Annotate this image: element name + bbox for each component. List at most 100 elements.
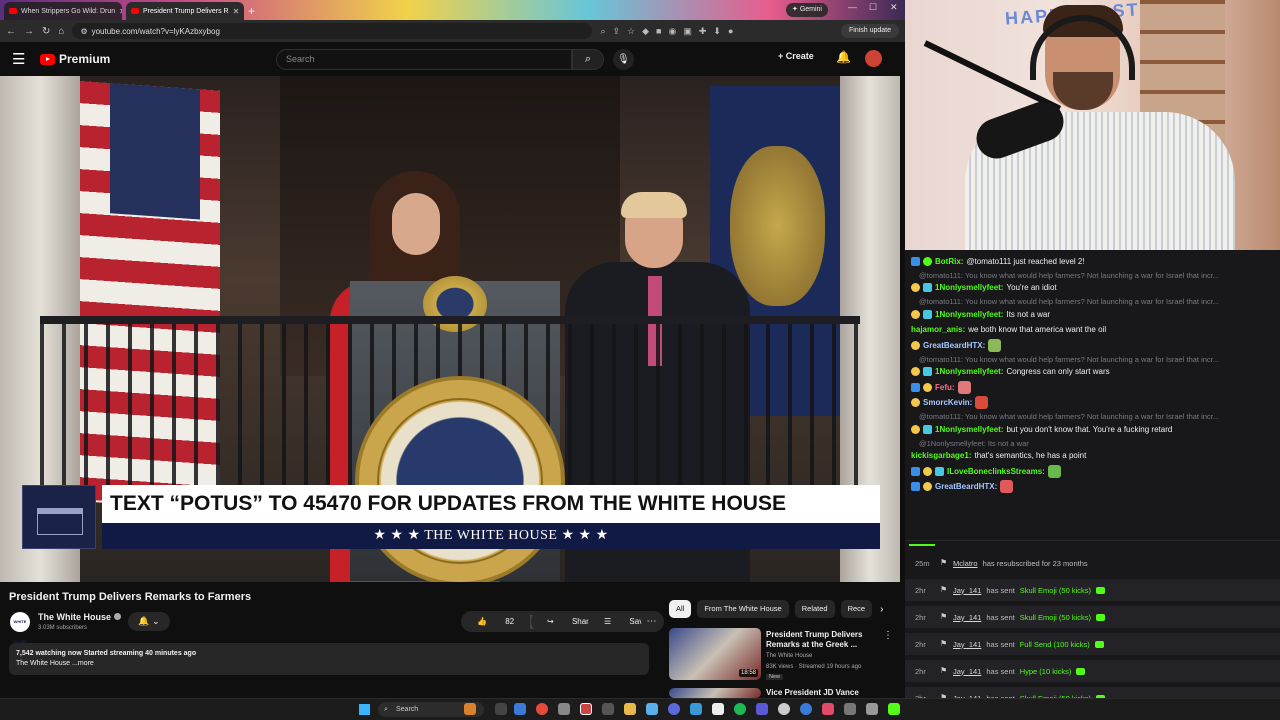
close-window-icon[interactable]: ✕ <box>890 2 898 13</box>
taskbar-app-icon[interactable] <box>866 703 878 715</box>
event-row: 2hr ⚑ Jay_141 has sent Skull Emoji (50 kicks… <box>905 579 1280 601</box>
youtube-logo[interactable]: Premium <box>40 52 110 66</box>
chat-username[interactable]: GreatBeardHTX: <box>935 481 997 492</box>
video-thumbnail[interactable]: 18:58 <box>669 628 761 680</box>
taskbar-app-icon[interactable] <box>464 703 476 715</box>
taskbar-app-icon[interactable] <box>756 703 768 715</box>
discord-icon[interactable] <box>668 703 680 715</box>
chat-username[interactable]: 1Nonlysmellyfeet: <box>935 309 1003 320</box>
event-user[interactable]: Jay_141 <box>953 667 981 676</box>
notifications-bell-icon[interactable]: 🔔 <box>836 50 851 64</box>
create-button[interactable]: + Create <box>778 51 814 61</box>
extension-icon[interactable]: ■ <box>656 26 661 37</box>
chat-username[interactable]: BotRix: <box>935 256 963 267</box>
close-tab-icon[interactable]: ✕ <box>233 7 240 16</box>
chip-from-channel[interactable]: From The White House <box>697 600 789 618</box>
menu-icon[interactable]: ☰ <box>12 50 34 68</box>
taskbar-app-icon[interactable] <box>690 703 702 715</box>
kick-icon[interactable] <box>888 703 900 715</box>
chat-username[interactable]: 1Nonlysmellyfeet: <box>935 282 1003 293</box>
taskbar-app-icon[interactable] <box>800 703 812 715</box>
extension-icon[interactable]: ◆ <box>642 26 649 37</box>
video-player[interactable]: TEXT “POTUS” TO 45470 FOR UPDATES FROM T… <box>0 76 900 582</box>
taskbar-app-icon[interactable] <box>712 703 724 715</box>
event-user[interactable]: Jay_141 <box>953 586 981 595</box>
chat-username[interactable]: Fefu: <box>935 382 955 393</box>
chat-username[interactable]: 1Nonlysmellyfeet: <box>935 366 1003 377</box>
finish-update-button[interactable]: Finish update <box>840 24 899 38</box>
video-thumbnail[interactable] <box>669 688 761 698</box>
chip-related[interactable]: Related <box>794 600 835 618</box>
tab-strippers[interactable]: When Strippers Go Wild: Drun ✕ <box>4 2 122 20</box>
puzzle-icon[interactable]: ✚ <box>699 26 707 37</box>
chat-username[interactable]: ILoveBoneclinksStreams: <box>947 466 1045 477</box>
file-explorer-icon[interactable] <box>624 703 636 715</box>
taskbar-app-icon[interactable] <box>558 703 570 715</box>
url-text: youtube.com/watch?v=lyKAzbxybog <box>91 26 220 36</box>
chat-username[interactable]: GreatBeardHTX: <box>923 340 985 351</box>
channel-name[interactable]: The White House <box>38 612 122 622</box>
video-menu-icon[interactable]: ⋮ <box>883 630 893 641</box>
search-input[interactable]: Search <box>276 49 572 70</box>
forward-icon[interactable]: → <box>24 26 34 37</box>
lower-third-banner: TEXT “POTUS” TO 45470 FOR UPDATES FROM T… <box>22 485 880 549</box>
url-field[interactable]: ⚙ youtube.com/watch?v=lyKAzbxybog <box>72 23 593 39</box>
event-user[interactable]: Mclatro <box>953 559 978 568</box>
description-stats: 7,542 watching now Started streaming 40 … <box>16 650 197 657</box>
chat-username[interactable]: kickisgarbage1: <box>911 450 971 461</box>
subscribed-bell-button[interactable]: 🔔 ⌄ <box>128 612 170 631</box>
taskbar-app-icon[interactable] <box>778 703 790 715</box>
windows-start-icon[interactable] <box>359 704 370 715</box>
account-avatar[interactable] <box>865 50 882 67</box>
more-actions-icon[interactable]: ⋯ <box>641 611 662 632</box>
chevron-right-icon[interactable]: › <box>880 604 883 615</box>
chat-text: @tomato111 just reached level 2! <box>966 256 1085 266</box>
event-user[interactable]: Jay_141 <box>953 640 981 649</box>
extension-icon[interactable]: ▣ <box>683 26 692 37</box>
channel-avatar[interactable]: WHITE HOUSE <box>10 612 30 644</box>
taskbar-app-icon[interactable] <box>514 703 526 715</box>
kick-logo-icon: ⚑ <box>940 612 948 621</box>
cast-icon[interactable]: ⇪ <box>612 26 620 37</box>
chat-username[interactable]: SmorcKevin: <box>923 397 972 408</box>
minimize-icon[interactable]: — <box>848 2 857 12</box>
home-icon[interactable]: ⌂ <box>58 26 64 37</box>
extension-icon[interactable]: ◉ <box>668 26 676 37</box>
close-tab-icon[interactable]: ✕ <box>119 7 122 16</box>
taskbar-app-icon[interactable] <box>580 703 592 715</box>
tab-president-trump[interactable]: President Trump Delivers R ✕ <box>126 2 244 20</box>
chat-message: SmorcKevin: <box>911 396 1274 410</box>
zoom-icon[interactable]: ⌕ <box>600 26 605 37</box>
back-icon[interactable]: ← <box>6 26 16 37</box>
microphone-icon[interactable]: 🎙 <box>613 49 634 70</box>
taskbar-app-icon[interactable] <box>822 703 834 715</box>
taskbar-app-icon[interactable] <box>646 703 658 715</box>
maximize-icon[interactable]: ☐ <box>869 2 877 13</box>
recommended-title[interactable]: President Trump Delivers Remarks at the … <box>766 630 876 650</box>
chat-text: Congress can only start wars <box>1006 367 1110 376</box>
chip-recent[interactable]: Rece <box>840 600 873 618</box>
reload-icon[interactable]: ↻ <box>42 26 50 37</box>
chrome-icon[interactable] <box>536 703 548 715</box>
event-user[interactable]: Jay_141 <box>953 613 981 622</box>
recommended-video[interactable]: 18:58 President Trump Delivers Remarks a… <box>669 628 899 682</box>
task-view-icon[interactable] <box>495 703 507 715</box>
chat-username[interactable]: hajamor_anis: <box>911 324 965 335</box>
search-icon[interactable]: ⌕ <box>572 49 604 70</box>
recommended-title[interactable]: Vice President JD Vance <box>766 688 876 698</box>
new-tab-icon[interactable]: + <box>248 2 255 20</box>
spotify-icon[interactable] <box>734 703 746 715</box>
download-icon[interactable]: ⬇ <box>713 26 721 37</box>
bookmark-star-icon[interactable]: ☆ <box>627 26 635 37</box>
chip-all[interactable]: All <box>669 600 692 618</box>
description-box[interactable]: 7,542 watching now Started streaming 40 … <box>9 643 649 675</box>
site-info-icon[interactable]: ⚙ <box>80 27 87 36</box>
chat-username[interactable]: 1Nonlysmellyfeet: <box>935 424 1003 435</box>
taskbar-app-icon[interactable] <box>844 703 856 715</box>
recommended-video[interactable]: Vice President JD Vance <box>669 688 899 698</box>
gemini-button[interactable]: ✦ Gemini <box>786 3 828 17</box>
profile-icon[interactable]: ● <box>728 26 733 37</box>
like-button[interactable]: 👍 82 <box>461 617 530 626</box>
taskbar-app-icon[interactable] <box>602 703 614 715</box>
event-row: 25m ⚑ Mclatro has resubscribed for 23 month… <box>905 552 1280 574</box>
